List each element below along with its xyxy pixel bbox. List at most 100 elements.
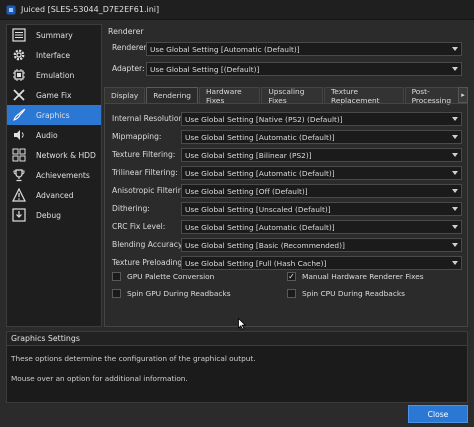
select-value: Use Global Setting [Native (PS2) (Defaul…: [185, 114, 343, 124]
sidebar-item-debug[interactable]: Debug: [7, 205, 101, 225]
sidebar-item-label: Emulation: [36, 70, 75, 80]
mipmapping-select[interactable]: Use Global Setting [Automatic (Default)]: [181, 130, 462, 144]
emulation-chip-icon: [12, 68, 26, 82]
checkbox-box: ✓: [287, 272, 296, 281]
sidebar-item-label: Summary: [36, 30, 73, 40]
spin-cpu-during-readbacks-checkbox[interactable]: Spin CPU During Readbacks: [287, 289, 405, 298]
mouse-cursor-icon: [238, 318, 246, 330]
sidebar-item-emulation[interactable]: Emulation: [7, 65, 101, 85]
select-value: Use Global Setting [Unscaled (Default)]: [185, 204, 331, 214]
graphics-tabs: Display Rendering Hardware Fixes Upscali…: [104, 87, 468, 105]
renderer-label: Renderer:: [112, 43, 150, 52]
sidebar-item-network-hdd[interactable]: Network & HDD: [7, 145, 101, 165]
brush-icon: [12, 108, 26, 122]
sidebar-item-interface[interactable]: Interface: [7, 45, 101, 65]
chevron-down-icon: [452, 225, 458, 229]
renderer-select[interactable]: Use Global Setting [Automatic (Default)]: [146, 42, 462, 56]
checkbox-label: Spin CPU During Readbacks: [302, 289, 406, 298]
gpu-palette-conversion-checkbox[interactable]: GPU Palette Conversion: [112, 272, 214, 281]
sidebar-item-audio[interactable]: Audio: [7, 125, 101, 145]
chevron-down-icon: [452, 67, 458, 71]
settings-sidebar: Summary Interface Emulation Game Fix Gra…: [6, 24, 102, 327]
chevron-down-icon: [452, 207, 458, 211]
sidebar-item-summary[interactable]: Summary: [7, 25, 101, 45]
crc-fix-level-label: CRC Fix Level:: [112, 222, 166, 231]
blending-accuracy-select[interactable]: Use Global Setting [Basic (Recommended)]: [181, 238, 462, 252]
manual-hardware-renderer-fixes-checkbox[interactable]: ✓ Manual Hardware Renderer Fixes: [287, 272, 424, 281]
tab-hardware-fixes[interactable]: Hardware Fixes: [199, 87, 261, 105]
adapter-select[interactable]: Use Global Setting [(Default)]: [146, 62, 462, 76]
texture-preloading-select[interactable]: Use Global Setting [Full (Hash Cache)]: [181, 256, 462, 270]
trilinear-filtering-label: Trilinear Filtering:: [112, 168, 178, 177]
renderer-select-value: Use Global Setting [Automatic (Default)]: [150, 44, 300, 54]
sidebar-item-label: Network & HDD: [36, 150, 96, 160]
tab-display[interactable]: Display: [104, 87, 146, 103]
select-value: Use Global Setting [Off (Default)]: [185, 186, 308, 196]
chevron-down-icon: [452, 153, 458, 157]
sidebar-item-label: Audio: [36, 130, 58, 140]
graphics-settings-page: Renderer Renderer: Use Global Setting [A…: [104, 24, 468, 327]
trophy-icon: [12, 168, 26, 182]
checkbox-box: [287, 289, 296, 298]
tab-rendering[interactable]: Rendering: [146, 87, 198, 103]
select-value: Use Global Setting [Automatic (Default)]: [185, 222, 335, 232]
select-value: Use Global Setting [Bilinear (PS2)]: [185, 150, 312, 160]
trilinear-filtering-select[interactable]: Use Global Setting [Automatic (Default)]: [181, 166, 462, 180]
renderer-row: Renderer:: [112, 43, 149, 52]
speaker-icon: [12, 128, 26, 142]
checkbox-label: GPU Palette Conversion: [127, 272, 215, 281]
mipmapping-label: Mipmapping:: [112, 132, 162, 141]
adapter-label: Adapter:: [112, 64, 145, 73]
sidebar-item-graphics[interactable]: Graphics: [7, 105, 101, 125]
checkbox-box: [112, 272, 121, 281]
chevron-down-icon: [452, 171, 458, 175]
dithering-select[interactable]: Use Global Setting [Unscaled (Default)]: [181, 202, 462, 216]
info-panel-heading: Graphics Settings: [7, 332, 467, 346]
internal-resolution-select[interactable]: Use Global Setting [Native (PS2) (Defaul…: [181, 112, 462, 126]
adapter-select-value: Use Global Setting [(Default)]: [150, 64, 260, 74]
sidebar-item-advanced[interactable]: Advanced: [7, 185, 101, 205]
dithering-label: Dithering:: [112, 204, 150, 213]
sidebar-item-label: Graphics: [36, 110, 70, 120]
sidebar-item-label: Advanced: [36, 190, 74, 200]
gear-icon: [12, 48, 26, 62]
select-value: Use Global Setting [Basic (Recommended)]: [185, 240, 345, 250]
checkbox-label: Spin GPU During Readbacks: [127, 289, 231, 298]
sidebar-item-label: Interface: [36, 50, 70, 60]
crc-fix-level-select[interactable]: Use Global Setting [Automatic (Default)]: [181, 220, 462, 234]
anisotropic-filtering-label: Anisotropic Filtering:: [112, 186, 190, 195]
adapter-row: Adapter:: [112, 64, 145, 73]
texture-preloading-label: Texture Preloading:: [112, 258, 185, 267]
sidebar-item-label: Achievements: [36, 170, 90, 180]
chevron-down-icon: [452, 117, 458, 121]
chevron-down-icon: [452, 243, 458, 247]
spin-gpu-during-readbacks-checkbox[interactable]: Spin GPU During Readbacks: [112, 289, 231, 298]
texture-filtering-label: Texture Filtering:: [112, 150, 176, 159]
info-hint: Mouse over an option for additional info…: [11, 374, 188, 383]
tab-texture-replacement[interactable]: Texture Replacement: [324, 87, 404, 105]
sidebar-item-label: Debug: [36, 210, 61, 220]
renderer-section-heading: Renderer: [108, 27, 144, 36]
title-bar: Juiced [SLES-53044_D7E2EF61.ini]: [0, 0, 474, 20]
anisotropic-filtering-select[interactable]: Use Global Setting [Off (Default)]: [181, 184, 462, 198]
info-panel: Graphics Settings These options determin…: [6, 331, 468, 403]
app-icon: [6, 5, 16, 14]
close-button[interactable]: Close: [408, 405, 468, 423]
sidebar-item-game-fix[interactable]: Game Fix: [7, 85, 101, 105]
tools-icon: [12, 88, 26, 102]
chevron-right-icon: ▸: [461, 91, 465, 99]
internal-resolution-label: Internal Resolution:: [112, 114, 186, 123]
info-description: These options determine the configuratio…: [11, 354, 256, 363]
tab-scroll-right-button[interactable]: ▸: [458, 87, 468, 103]
checkmark-icon: ✓: [288, 271, 295, 281]
window-title: Juiced [SLES-53044_D7E2EF61.ini]: [21, 5, 160, 14]
chevron-down-icon: [452, 261, 458, 265]
sidebar-item-achievements[interactable]: Achievements: [7, 165, 101, 185]
network-icon: [12, 148, 26, 162]
select-value: Use Global Setting [Full (Hash Cache)]: [185, 258, 327, 268]
blending-accuracy-label: Blending Accuracy:: [112, 240, 185, 249]
tab-upscaling-fixes[interactable]: Upscaling Fixes: [261, 87, 324, 105]
sidebar-item-label: Game Fix: [36, 90, 72, 100]
texture-filtering-select[interactable]: Use Global Setting [Bilinear (PS2)]: [181, 148, 462, 162]
advanced-icon: [12, 188, 26, 202]
